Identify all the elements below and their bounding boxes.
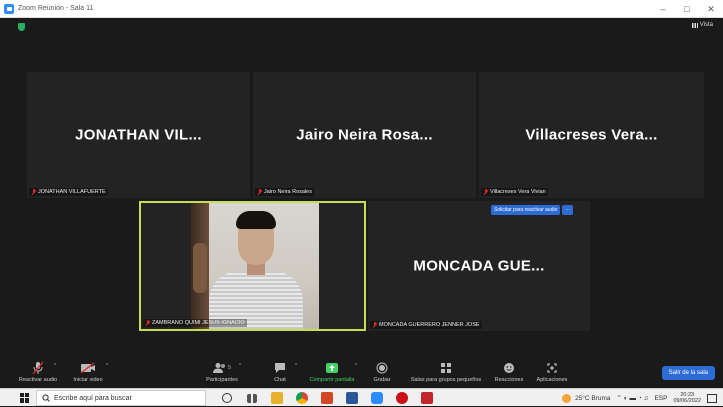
window-titlebar: Zoom Reunión - Sala 11 – □ ✕ — [0, 0, 723, 18]
share-screen-label: Compartir pantalla — [309, 377, 355, 383]
apps-icon — [546, 361, 558, 375]
opera-icon[interactable] — [396, 392, 408, 404]
view-button[interactable]: Vista — [691, 22, 713, 28]
participant-name-label: Villacreses Vera Vivian — [481, 188, 548, 196]
mic-off-icon — [32, 361, 44, 375]
zoom-app-icon — [4, 3, 14, 14]
grid-view-icon — [691, 22, 698, 28]
system-tray: 25°C Bruma ⌃ ◐ ▬ ◔ ♫ ESP 20:23 09/06/202… — [562, 389, 723, 407]
participant-video — [191, 203, 319, 329]
smiley-icon — [503, 361, 515, 375]
view-label: Vista — [699, 22, 713, 28]
breakout-rooms-label: Salas para grupos pequeños — [410, 377, 482, 383]
participant-big-name: Jairo Neira Rosa... — [296, 126, 433, 144]
record-label: Grabar — [373, 377, 391, 383]
mic-muted-icon — [483, 189, 488, 195]
leave-room-button[interactable]: Salir de la sala — [661, 366, 715, 380]
window-title: Zoom Reunión - Sala 11 — [18, 5, 94, 12]
mic-muted-icon — [257, 189, 262, 195]
acrobat-icon[interactable] — [421, 392, 433, 404]
powerpoint-icon[interactable] — [321, 392, 333, 404]
zoom-taskbar-icon[interactable] — [371, 392, 383, 404]
mic-muted-icon — [372, 322, 377, 328]
participant-name-label: MONCADA GUERRERO JENNER JOSE — [370, 321, 482, 329]
participants-caret[interactable]: ^ — [239, 363, 241, 369]
breakout-rooms-button[interactable]: Salas para grupos pequeños — [411, 361, 481, 383]
unmute-request-prompt: Solicitar para reactivar audio ··· — [491, 205, 574, 215]
notifications-icon[interactable] — [707, 393, 717, 403]
start-video-label: Iniciar video — [73, 377, 103, 383]
share-screen-icon — [325, 361, 339, 375]
tray-icons[interactable]: ⌃ ◐ ▬ ◔ ♫ — [617, 394, 649, 402]
taskbar-clock[interactable]: 20:23 09/06/2022 — [673, 392, 701, 404]
record-button[interactable]: Grabar — [352, 361, 412, 383]
participant-tile[interactable]: Jairo Neira Rosa... Jairo Neira Rosales — [253, 72, 476, 198]
reactions-label: Reacciones — [494, 377, 524, 383]
weather-text[interactable]: 25°C Bruma — [575, 395, 610, 402]
chat-icon — [274, 361, 286, 375]
chat-caret[interactable]: ^ — [295, 363, 297, 369]
participant-name: Villacreses Vera Vivian — [490, 189, 546, 195]
file-explorer-icon[interactable] — [271, 392, 283, 404]
participant-tile[interactable]: MONCADA GUE... MONCADA GUERRERO JENNER J… — [368, 201, 590, 331]
weather-icon — [562, 393, 572, 403]
search-icon — [42, 394, 50, 402]
chrome-icon[interactable] — [296, 392, 308, 404]
more-options-button[interactable]: ··· — [562, 205, 574, 215]
apps-label: Aplicaciones — [536, 377, 568, 383]
video-options-caret[interactable]: ^ — [106, 363, 108, 369]
search-placeholder: Escribe aquí para buscar — [54, 394, 132, 402]
participant-name: ZAMBRANO QUIMI JESUS IGNACIO — [152, 320, 245, 326]
unmute-label: Reactivar audio — [18, 377, 58, 383]
participant-big-name: Villacreses Vera... — [525, 126, 658, 144]
participants-button[interactable]: 5 Participantes — [192, 361, 252, 383]
participants-label: Participantes — [206, 377, 238, 383]
participant-big-name: MONCADA GUE... — [413, 257, 545, 275]
request-unmute-button[interactable]: Solicitar para reactivar audio — [491, 205, 561, 215]
breakout-rooms-icon — [440, 361, 452, 375]
chat-label: Chat — [274, 377, 286, 383]
mic-muted-icon — [145, 320, 150, 326]
participant-name: MONCADA GUERRERO JENNER JOSE — [379, 322, 480, 328]
security-shield-icon[interactable] — [18, 23, 25, 31]
participant-name-label: JONATHAN VILLAFUERTE — [29, 188, 108, 196]
participant-tile-active-speaker[interactable]: ZAMBRANO QUIMI JESUS IGNACIO — [139, 201, 366, 331]
video-off-icon — [80, 361, 96, 375]
participant-tile[interactable]: JONATHAN VIL... JONATHAN VILLAFUERTE — [27, 72, 250, 198]
taskbar-search-box[interactable]: Escribe aquí para buscar — [36, 390, 206, 406]
windows-start-icon[interactable] — [20, 392, 30, 403]
participant-name-label: Jairo Neira Rosales — [255, 188, 314, 196]
task-view-icon[interactable] — [247, 394, 257, 403]
close-button[interactable]: ✕ — [699, 0, 723, 18]
participants-icon: 5 — [213, 361, 231, 375]
cortana-icon[interactable] — [222, 393, 232, 403]
minimize-button[interactable]: – — [651, 0, 675, 18]
participant-name-label: ZAMBRANO QUIMI JESUS IGNACIO — [143, 319, 247, 327]
os-taskbar: Escribe aquí para buscar 25°C Bruma ⌃ ◐ … — [0, 388, 723, 406]
participant-big-name: JONATHAN VIL... — [75, 126, 202, 144]
mic-muted-icon — [31, 189, 36, 195]
clock-date: 09/06/2022 — [673, 398, 701, 404]
participant-name: Jairo Neira Rosales — [264, 189, 312, 195]
word-icon[interactable] — [346, 392, 358, 404]
record-icon — [376, 361, 388, 375]
audio-options-caret[interactable]: ^ — [54, 363, 56, 369]
apps-button[interactable]: Aplicaciones — [522, 361, 582, 383]
chat-button[interactable]: Chat — [250, 361, 310, 383]
meeting-toolbar: Reactivar audio ^ Iniciar video ^ 5 Part… — [0, 358, 723, 388]
participants-count: 5 — [228, 365, 231, 371]
meeting-area: Vista JONATHAN VIL... JONATHAN VILLAFUER… — [0, 18, 723, 358]
maximize-button[interactable]: □ — [675, 0, 699, 18]
start-video-button[interactable]: Iniciar video — [58, 361, 118, 383]
participant-name: JONATHAN VILLAFUERTE — [38, 189, 106, 195]
participant-tile[interactable]: Villacreses Vera... Villacreses Vera Viv… — [479, 72, 704, 198]
input-language[interactable]: ESP — [654, 395, 667, 402]
